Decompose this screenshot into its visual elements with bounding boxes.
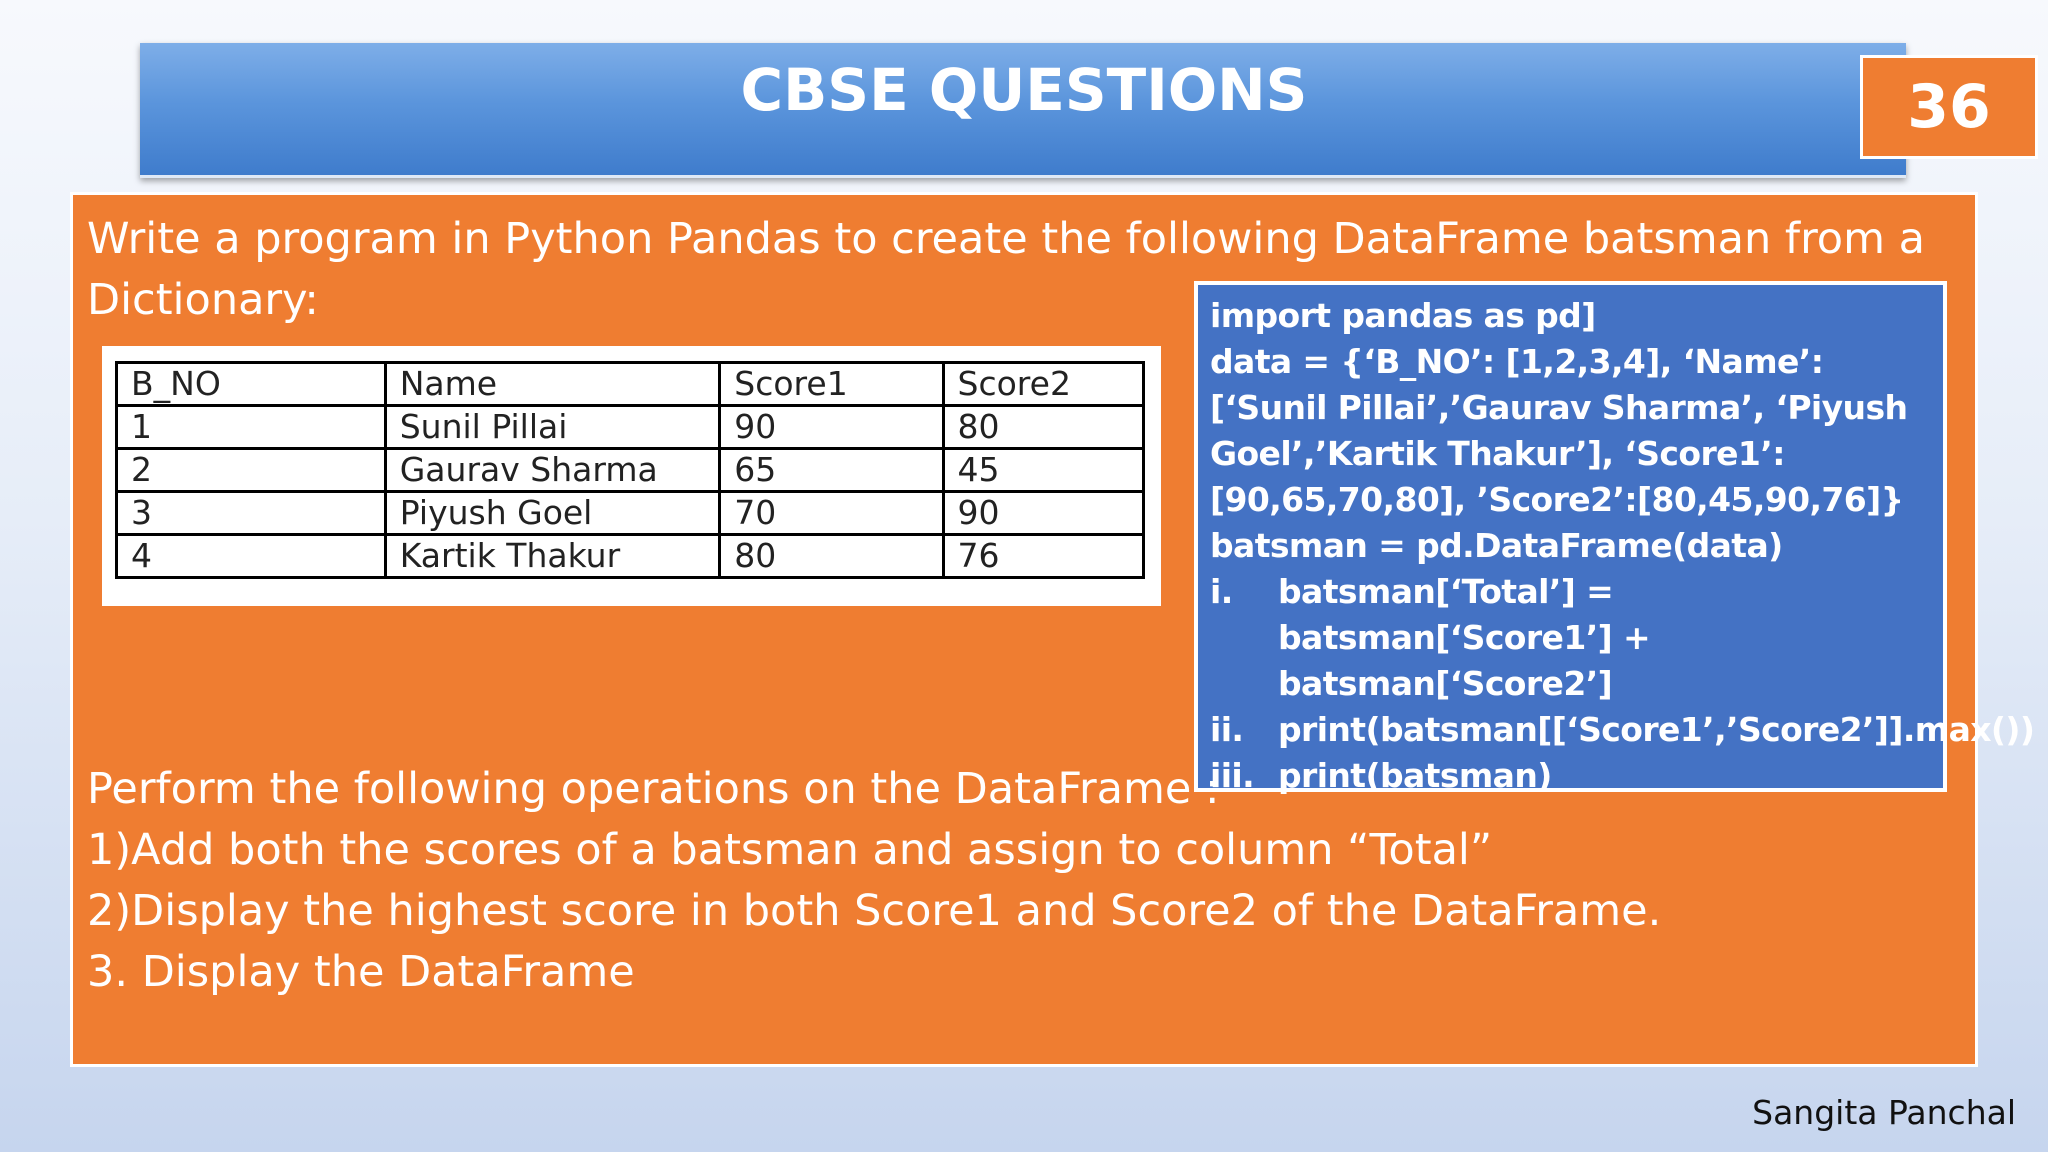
table-cell: 4: [115, 533, 387, 579]
slide-title: CBSE QUESTIONS: [740, 56, 1308, 124]
code-op-number: ii.: [1210, 710, 1244, 749]
table-cell: Sunil Pillai: [383, 404, 722, 450]
operation-item: 2)Display the highest score in both Scor…: [87, 886, 1662, 936]
table-cell: 2: [115, 447, 387, 493]
code-data-definition: data = {‘B_NO’: [1,2,3,4], ‘Name’:[‘Suni…: [1210, 342, 1908, 519]
table-cell: Piyush Goel: [383, 490, 722, 536]
table-cell: 1: [115, 404, 387, 450]
code-op-item: i. batsman[‘Total’] = batsman[‘Score1’] …: [1210, 569, 1931, 707]
table-row: 1 Sunil Pillai 90 80: [115, 404, 1146, 450]
author-credit: Sangita Panchal: [1752, 1093, 2016, 1132]
dataframe-table-box: B_NO Name Score1 Score2 1 Sunil Pillai 9…: [102, 346, 1161, 606]
code-op-text: print(batsman[[‘Score1’,’Score2’]].max()…: [1278, 710, 2035, 749]
code-op-text: batsman[‘Total’] = batsman[‘Score1’] + b…: [1278, 572, 1651, 703]
column-header: B_NO: [115, 361, 387, 407]
table-row: 3 Piyush Goel 70 90: [115, 490, 1146, 536]
table-cell: 80: [718, 533, 945, 579]
slide-number: 36: [1860, 55, 2038, 159]
table-cell: 76: [941, 533, 1146, 579]
table-cell: Kartik Thakur: [383, 533, 722, 579]
table-cell: 65: [718, 447, 945, 493]
table-header-row: B_NO Name Score1 Score2: [115, 361, 1146, 407]
column-header: Name: [383, 361, 722, 407]
table-row: 2 Gaurav Sharma 65 45: [115, 447, 1146, 493]
question-panel: Write a program in Python Pandas to crea…: [70, 192, 2035, 1067]
code-op-number: i.: [1210, 572, 1233, 611]
code-op-item: ii. print(batsman[[‘Score1’,’Score2’]].m…: [1210, 707, 2035, 753]
table-row: 4 Kartik Thakur 80 76: [115, 533, 1146, 579]
table-cell: 80: [941, 404, 1146, 450]
table-cell: 90: [718, 404, 945, 450]
column-header: Score2: [941, 361, 1146, 407]
column-header: Score1: [718, 361, 945, 407]
code-import-line: import pandas as pd]: [1210, 296, 1596, 335]
operations-list: Perform the following operations on the …: [87, 759, 1957, 1003]
operations-heading: Perform the following operations on the …: [87, 764, 1220, 814]
table-cell: Gaurav Sharma: [383, 447, 722, 493]
table-cell: 90: [941, 490, 1146, 536]
code-create-line: batsman = pd.DataFrame(data): [1210, 526, 1783, 565]
code-answer-box: import pandas as pd] data = {‘B_NO’: [1,…: [1194, 281, 2035, 795]
operation-item: 3. Display the DataFrame: [87, 947, 635, 997]
operation-item: 1)Add both the scores of a batsman and a…: [87, 825, 1493, 875]
table-cell: 3: [115, 490, 387, 536]
dataframe-table: B_NO Name Score1 Score2 1 Sunil Pillai 9…: [115, 361, 1146, 579]
table-cell: 45: [941, 447, 1146, 493]
table-cell: 70: [718, 490, 945, 536]
